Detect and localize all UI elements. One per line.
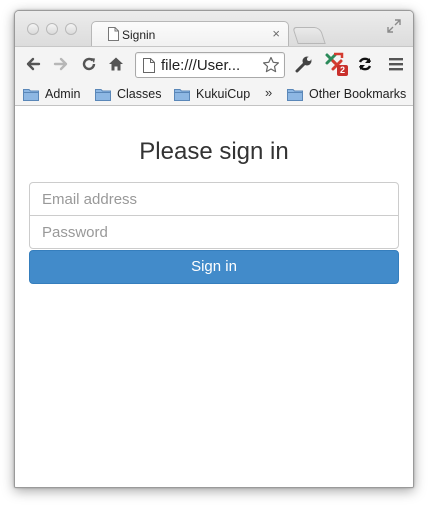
url-text: file:///User...	[161, 57, 241, 74]
bookmark-admin[interactable]: Admin	[23, 86, 80, 102]
bookmarks-bar: Admin Classes KukuiCup » Other Bookmarks	[15, 82, 413, 106]
address-bar[interactable]: file:///User...	[135, 52, 285, 78]
fullscreen-icon[interactable]	[387, 19, 401, 33]
document-icon	[108, 27, 119, 41]
window-zoom-control[interactable]	[65, 23, 77, 35]
extension-icon[interactable]: 2	[324, 52, 348, 76]
bookmark-kukuicup[interactable]: KukuiCup	[174, 86, 250, 102]
tab-strip: Signin ×	[15, 11, 413, 47]
menu-icon[interactable]	[389, 56, 403, 72]
folder-icon	[95, 88, 111, 101]
toolbar: file:///User... 2	[15, 46, 413, 82]
folder-icon	[23, 88, 39, 101]
page-content: Please sign in Sign in	[15, 107, 413, 487]
window-close-control[interactable]	[27, 23, 39, 35]
forward-icon[interactable]	[53, 56, 69, 72]
bookmark-classes[interactable]: Classes	[95, 86, 161, 102]
folder-icon	[174, 88, 190, 101]
home-icon[interactable]	[108, 56, 124, 72]
browser-window: Signin × file:///User... 2 Admin Classes…	[14, 10, 414, 488]
bookmark-label: Other Bookmarks	[309, 87, 407, 101]
tab-title: Signin	[122, 28, 156, 42]
new-tab-button[interactable]	[292, 27, 326, 44]
bookmark-label: Classes	[117, 87, 162, 101]
sign-in-button[interactable]: Sign in	[29, 250, 399, 284]
bookmarks-overflow-button[interactable]: »	[265, 85, 272, 100]
folder-icon	[287, 88, 303, 101]
bookmark-label: Admin	[45, 87, 81, 101]
email-field[interactable]	[29, 182, 399, 216]
window-minimize-control[interactable]	[46, 23, 58, 35]
extension-badge: 2	[337, 65, 348, 76]
back-icon[interactable]	[25, 56, 41, 72]
bookmark-label: KukuiCup	[196, 87, 251, 101]
reload-icon[interactable]	[81, 56, 97, 72]
tab-signin[interactable]: Signin ×	[91, 21, 289, 47]
bookmark-other[interactable]: Other Bookmarks	[287, 86, 406, 102]
close-icon[interactable]: ×	[272, 26, 280, 41]
password-field[interactable]	[29, 215, 399, 249]
page-title: Please sign in	[139, 138, 289, 165]
wrench-icon[interactable]	[295, 55, 313, 73]
sync-icon[interactable]	[357, 56, 373, 72]
star-icon[interactable]	[262, 56, 280, 74]
page-icon	[143, 58, 155, 73]
